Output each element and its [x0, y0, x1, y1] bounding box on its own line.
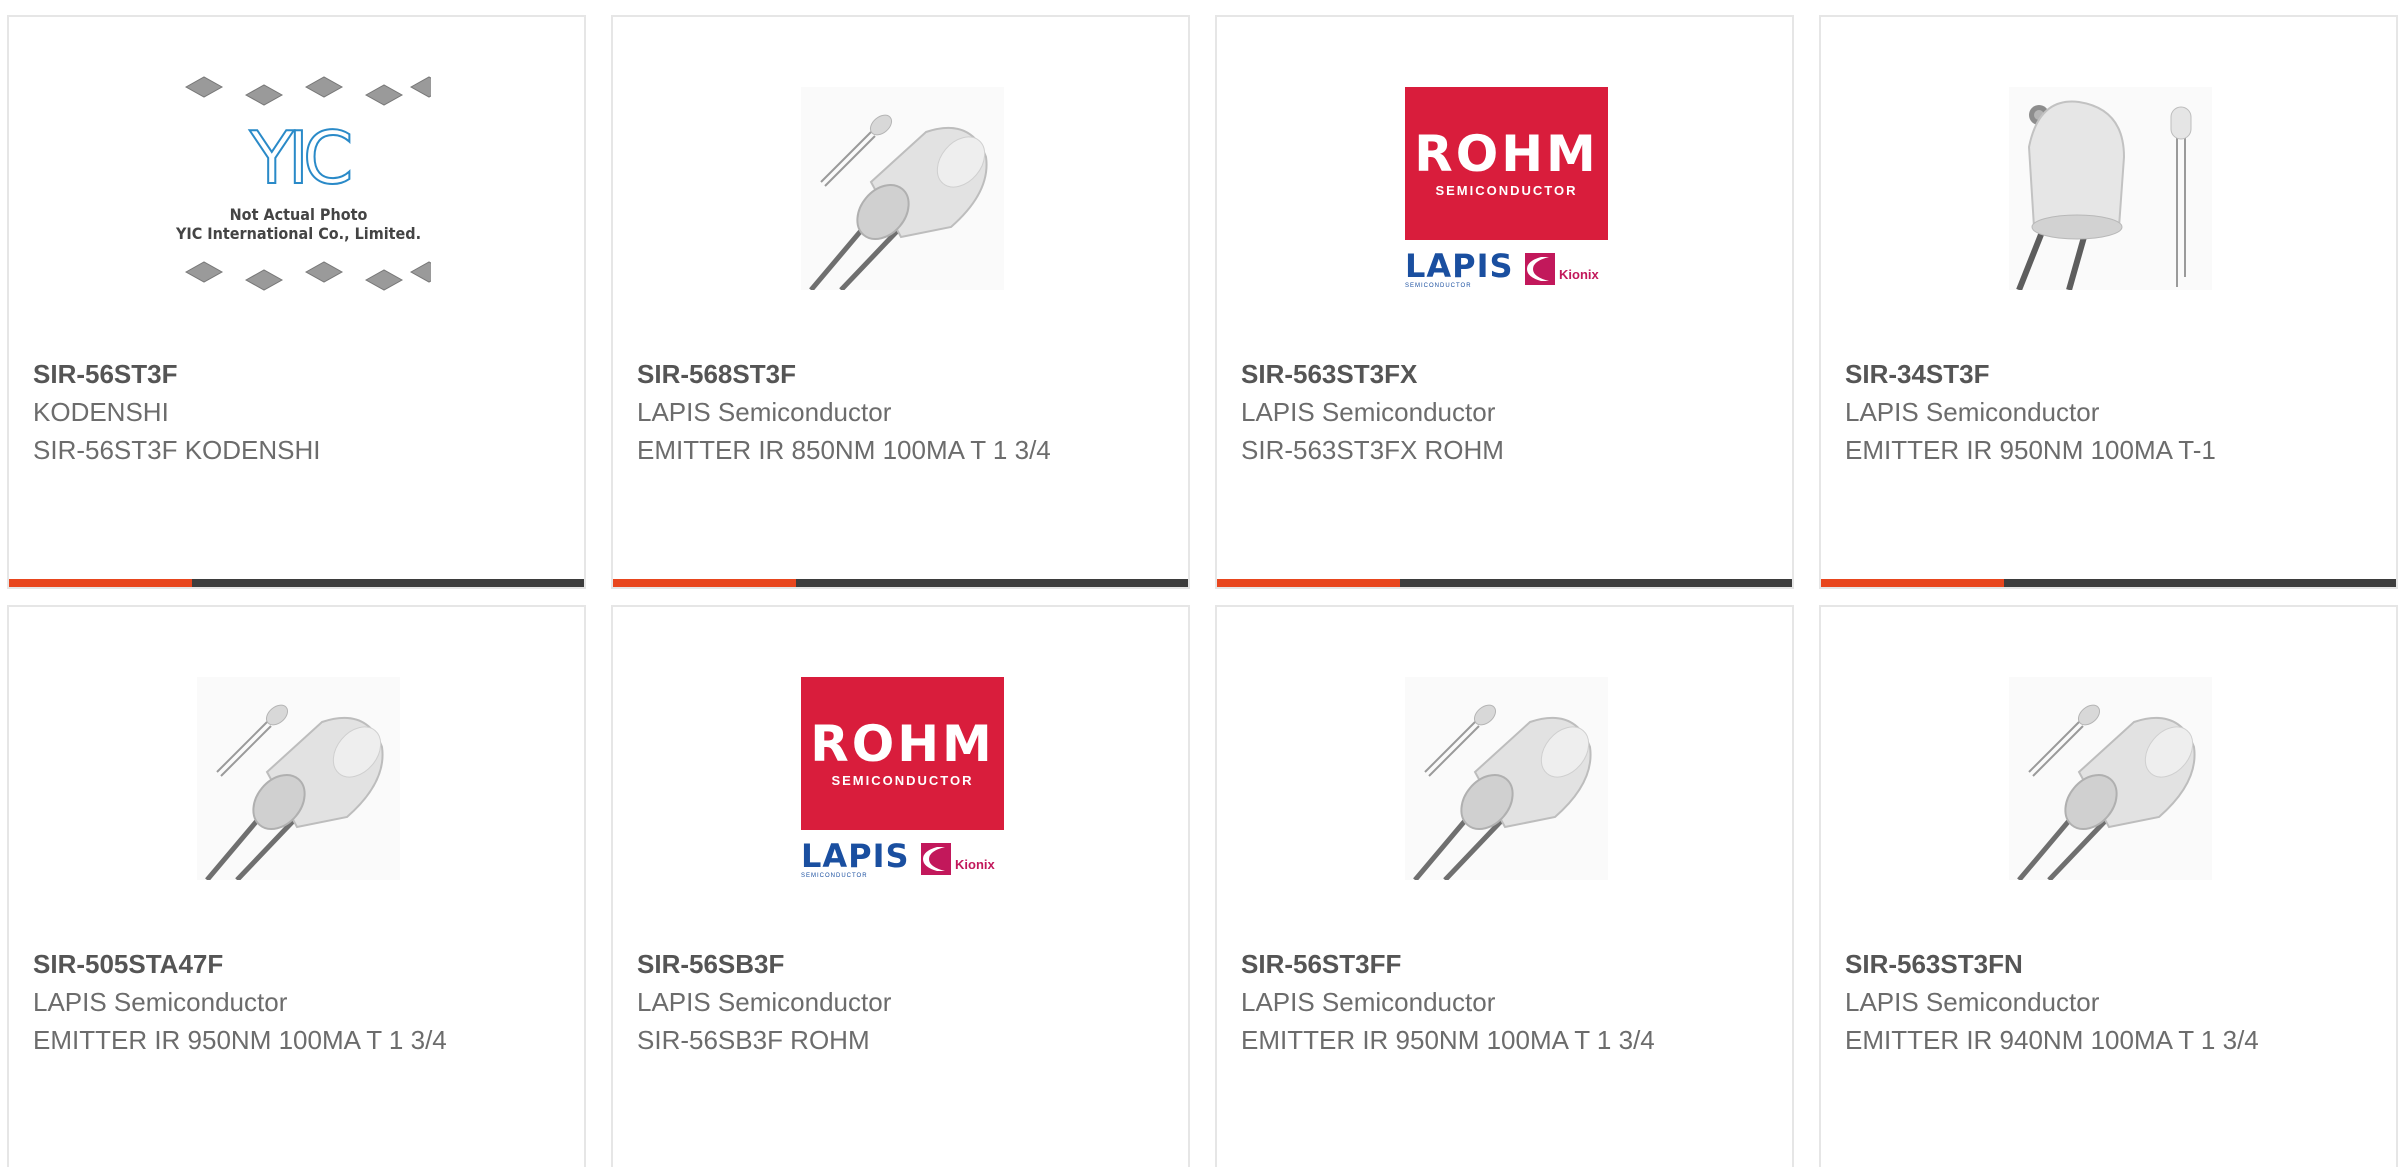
- card-bottom-bar: [9, 579, 584, 587]
- kionix-mark-icon: [921, 843, 951, 875]
- card-bottom-bar: [1217, 579, 1792, 587]
- part-number-link[interactable]: SIR-563ST3FN: [1845, 949, 2023, 980]
- manufacturer-name: LAPIS Semiconductor: [1845, 987, 2100, 1017]
- rohm-logo-text: ROHM: [810, 715, 995, 773]
- product-image[interactable]: ROHM SEMICONDUCTOR LAPIS SEMICONDUCTOR Kioni…: [801, 677, 1004, 880]
- product-card[interactable]: SIR-505STA47F LAPIS Semiconductor EMITTER …: [7, 605, 586, 1167]
- manufacturer-name: KODENSHI: [33, 397, 169, 427]
- part-number-link[interactable]: SIR-568ST3F: [637, 359, 796, 390]
- card-accent-bar: [1821, 579, 2004, 587]
- lapis-logo-text: LAPIS: [801, 837, 910, 875]
- rohm-logo-text: ROHM: [1414, 125, 1599, 183]
- product-image[interactable]: [2009, 87, 2212, 290]
- manufacturer-name: LAPIS Semiconductor: [637, 397, 892, 427]
- kionix-logo-text: Kionix: [955, 857, 995, 872]
- product-card[interactable]: SIR-563ST3FN LAPIS Semiconductor EMITTER I…: [1819, 605, 2398, 1167]
- product-image[interactable]: [801, 87, 1004, 290]
- part-number-link[interactable]: SIR-563ST3FX: [1241, 359, 1417, 390]
- manufacturer-name: LAPIS Semiconductor: [1241, 397, 1496, 427]
- product-card[interactable]: SIR-34ST3F LAPIS Semiconductor EMITTER IR …: [1819, 15, 2398, 589]
- placeholder-note: Not Actual Photo YIC International Co., L…: [166, 205, 431, 243]
- part-number-link[interactable]: SIR-56ST3FF: [1241, 949, 1401, 980]
- product-image[interactable]: [2009, 677, 2212, 880]
- kionix-logo: Kionix: [919, 839, 1004, 879]
- ir-led-image: [801, 87, 1004, 290]
- product-card[interactable]: SIR-568ST3F LAPIS Semiconductor EMITTER IR…: [611, 15, 1190, 589]
- card-bottom-bar: [1821, 579, 2396, 587]
- product-grid: YIC Not Actual Photo YIC International Co.…: [0, 0, 2400, 1167]
- product-card[interactable]: ROHM SEMICONDUCTOR LAPIS SEMICONDUCTOR Kioni…: [1215, 15, 1794, 589]
- part-number-link[interactable]: SIR-56ST3F: [33, 359, 178, 390]
- yic-logo-text: YIC: [249, 116, 355, 200]
- rohm-logo: ROHM SEMICONDUCTOR LAPIS SEMICONDUCTOR Kioni…: [1405, 87, 1608, 290]
- ir-led-image: [197, 677, 400, 880]
- product-image[interactable]: ROHM SEMICONDUCTOR LAPIS SEMICONDUCTOR Kioni…: [1405, 87, 1608, 290]
- ir-led-large-image: [2009, 87, 2212, 290]
- manufacturer-name: LAPIS Semiconductor: [1845, 397, 2100, 427]
- product-description: SIR-563ST3FX ROHM: [1241, 435, 1504, 465]
- product-card[interactable]: YIC Not Actual Photo YIC International Co.…: [7, 15, 586, 589]
- kionix-logo-text: Kionix: [1559, 267, 1599, 282]
- manufacturer-name: LAPIS Semiconductor: [1241, 987, 1496, 1017]
- chip-icons: [166, 252, 449, 312]
- product-description: EMITTER IR 950NM 100MA T 1 3/4: [1241, 1025, 1655, 1055]
- placeholder-line-1: Not Actual Photo: [229, 205, 368, 224]
- product-description: EMITTER IR 850NM 100MA T 1 3/4: [637, 435, 1051, 465]
- ir-led-image: [2009, 677, 2212, 880]
- product-card[interactable]: SIR-56ST3FF LAPIS Semiconductor EMITTER IR…: [1215, 605, 1794, 1167]
- lapis-logo-subtext: SEMICONDUCTOR: [1405, 283, 1472, 289]
- rohm-logo-block: ROHM SEMICONDUCTOR: [1405, 87, 1608, 240]
- product-description: SIR-56ST3F KODENSHI: [33, 435, 321, 465]
- rohm-logo-subtext: SEMICONDUCTOR: [1435, 183, 1578, 198]
- placeholder-line-2: YIC International Co., Limited.: [175, 224, 422, 243]
- product-description: SIR-56SB3F ROHM: [637, 1025, 870, 1055]
- ir-led-image: [1405, 677, 1608, 880]
- card-bottom-bar: [613, 579, 1188, 587]
- part-number-link[interactable]: SIR-505STA47F: [33, 949, 223, 980]
- part-number-link[interactable]: SIR-56SB3F: [637, 949, 784, 980]
- part-number-link[interactable]: SIR-34ST3F: [1845, 359, 1990, 390]
- product-description: EMITTER IR 950NM 100MA T 1 3/4: [33, 1025, 447, 1055]
- product-image[interactable]: YIC Not Actual Photo YIC International Co.…: [166, 67, 449, 312]
- rohm-logo-block: ROHM SEMICONDUCTOR: [801, 677, 1004, 830]
- product-image[interactable]: [197, 677, 400, 880]
- manufacturer-name: LAPIS Semiconductor: [637, 987, 892, 1017]
- card-accent-bar: [1217, 579, 1400, 587]
- kionix-mark-icon: [1525, 253, 1555, 285]
- card-accent-bar: [613, 579, 796, 587]
- card-accent-bar: [9, 579, 192, 587]
- product-description: EMITTER IR 950NM 100MA T-1: [1845, 435, 2216, 465]
- lapis-logo-text: LAPIS: [1405, 247, 1514, 285]
- manufacturer-name: LAPIS Semiconductor: [33, 987, 288, 1017]
- lapis-logo-subtext: SEMICONDUCTOR: [801, 873, 868, 879]
- product-image[interactable]: [1405, 677, 1608, 880]
- kionix-logo: Kionix: [1523, 249, 1608, 289]
- rohm-logo: ROHM SEMICONDUCTOR LAPIS SEMICONDUCTOR Kioni…: [801, 677, 1004, 880]
- rohm-logo-subtext: SEMICONDUCTOR: [831, 773, 974, 788]
- product-description: EMITTER IR 940NM 100MA T 1 3/4: [1845, 1025, 2259, 1055]
- product-card[interactable]: ROHM SEMICONDUCTOR LAPIS SEMICONDUCTOR Kioni…: [611, 605, 1190, 1167]
- not-actual-photo-placeholder: YIC Not Actual Photo YIC International Co.…: [166, 67, 449, 312]
